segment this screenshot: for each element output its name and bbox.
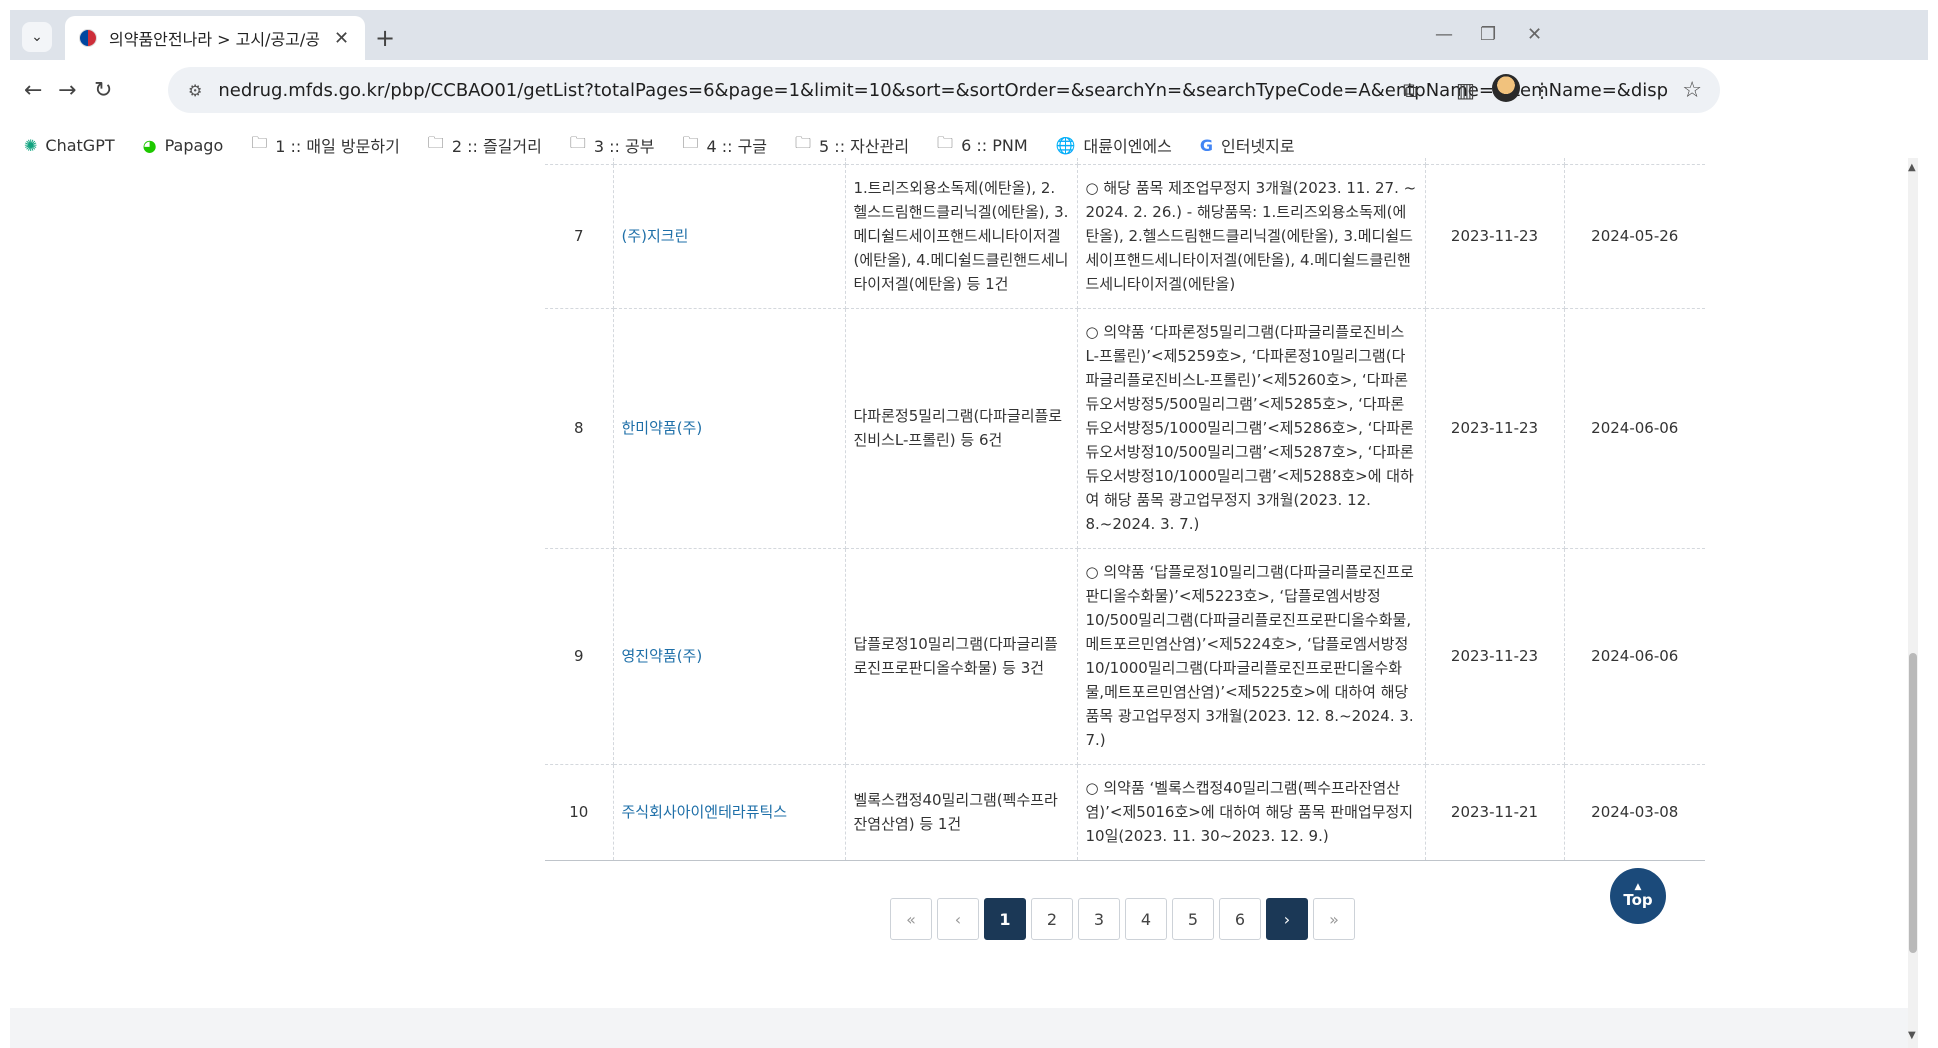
disposition-table: 7 (주)지크린 1.트리즈외용소독제(에탄올), 2.헬스드림핸드클리닉겔(에… — [545, 158, 1705, 861]
browser-tab[interactable]: 의약품안전나라 > 고시/공고/공 ✕ — [65, 16, 365, 60]
folder-icon: 🗀 — [427, 132, 444, 152]
address-bar[interactable]: ⚙ nedrug.mfds.go.kr/pbp/CCBAO01/getList?… — [168, 67, 1720, 113]
company-link[interactable]: (주)지크린 — [613, 164, 846, 309]
reload-icon[interactable]: ↻ — [94, 78, 112, 103]
row-number: 10 — [545, 764, 614, 861]
product-cell: 벨록스캡정40밀리그램(펙수프라잔염산염) 등 1건 — [845, 764, 1078, 861]
folder-icon: 🗀 — [795, 132, 812, 152]
first-page-button[interactable]: « — [890, 898, 932, 940]
table-row: 8 한미약품(주) 다파론정5밀리그램(다파글리플로진비스L-프롤린) 등 6건… — [545, 308, 1705, 549]
table-row: 9 영진약품(주) 답플로정10밀리그램(다파글리플로진프로판디올수화물) 등 … — [545, 548, 1705, 765]
arrow-up-icon: ▲ — [1634, 882, 1642, 892]
disposition-content: ○ 의약품 ‘벨록스캡정40밀리그램(펙수프라잔염산염)’<제5016호>에 대… — [1077, 764, 1426, 861]
disposition-date: 2023-11-23 — [1425, 164, 1565, 309]
row-number: 8 — [545, 308, 614, 549]
profile-avatar[interactable] — [1492, 74, 1520, 102]
chatgpt-icon: ✺ — [24, 135, 38, 155]
favicon-icon — [79, 29, 97, 47]
bookmark-giro[interactable]: G 인터넷지로 — [1200, 133, 1295, 157]
product-cell: 답플로정10밀리그램(다파글리플로진프로판디올수화물) 등 3건 — [845, 548, 1078, 765]
scroll-thumb[interactable] — [1909, 653, 1917, 953]
company-link[interactable]: 주식회사아이엔테라퓨틱스 — [613, 764, 846, 861]
next-page-button[interactable]: › — [1266, 898, 1308, 940]
page-3-button[interactable]: 3 — [1078, 898, 1120, 940]
company-link[interactable]: 한미약품(주) — [613, 308, 846, 549]
bookmark-folder-4[interactable]: 🗀 4 :: 구글 — [682, 132, 767, 159]
table-row: 10 주식회사아이엔테라퓨틱스 벨록스캡정40밀리그램(펙수프라잔염산염) 등 … — [545, 764, 1705, 861]
extensions-icon[interactable]: ⧉ — [1403, 78, 1417, 102]
publication-end-date: 2024-05-26 — [1564, 164, 1705, 309]
row-number: 7 — [545, 164, 614, 309]
side-panel-icon[interactable]: ▥ — [1456, 78, 1475, 102]
disposition-date: 2023-11-21 — [1425, 764, 1565, 861]
disposition-content: ○ 의약품 ‘답플로정10밀리그램(다파글리플로진프로판디올수화물)’<제522… — [1077, 548, 1426, 765]
bookmark-folder-3[interactable]: 🗀 3 :: 공부 — [570, 132, 655, 159]
page-4-button[interactable]: 4 — [1125, 898, 1167, 940]
folder-icon: 🗀 — [937, 132, 954, 152]
folder-icon: 🗀 — [569, 132, 586, 152]
publication-end-date: 2024-06-06 — [1564, 548, 1705, 765]
window-close-button[interactable]: ✕ — [1527, 24, 1542, 45]
page-content: 7 (주)지크린 1.트리즈외용소독제(에탄올), 2.헬스드림핸드클리닉겔(에… — [10, 158, 1918, 1048]
disposition-content: ○ 해당 품목 제조업무정지 3개월(2023. 11. 27. ~ 2024.… — [1077, 164, 1426, 309]
tab-close-icon[interactable]: ✕ — [334, 28, 349, 49]
forward-icon[interactable]: → — [58, 78, 76, 103]
globe-icon: 🌐 — [1055, 135, 1076, 155]
top-label: Top — [1623, 891, 1653, 909]
product-cell: 1.트리즈외용소독제(에탄올), 2.헬스드림핸드클리닉겔(에탄올), 3.메디… — [845, 164, 1078, 309]
disposition-date: 2023-11-23 — [1425, 548, 1565, 765]
menu-icon[interactable]: ⋮ — [1532, 78, 1552, 102]
scroll-top-button[interactable]: ▲ Top — [1610, 868, 1666, 924]
giro-icon: G — [1199, 135, 1214, 155]
prev-page-button[interactable]: ‹ — [937, 898, 979, 940]
table-row: 7 (주)지크린 1.트리즈외용소독제(에탄올), 2.헬스드림핸드클리닉겔(에… — [545, 164, 1705, 309]
page-2-button[interactable]: 2 — [1031, 898, 1073, 940]
scroll-down-icon[interactable]: ▼ — [1908, 1030, 1916, 1041]
last-page-button[interactable]: » — [1313, 898, 1355, 940]
vertical-scrollbar[interactable]: ▲ ▼ — [1908, 158, 1918, 1048]
disposition-date: 2023-11-23 — [1425, 308, 1565, 549]
bookmark-folder-2[interactable]: 🗀 2 :: 즐길거리 — [428, 132, 542, 159]
page-5-button[interactable]: 5 — [1172, 898, 1214, 940]
scroll-up-icon[interactable]: ▲ — [1908, 162, 1916, 173]
row-number: 9 — [545, 548, 614, 765]
bookmark-chatgpt[interactable]: ✺ ChatGPT — [24, 136, 115, 155]
papago-icon: ◕ — [142, 135, 157, 155]
folder-icon: 🗀 — [251, 132, 268, 152]
bookmark-papago[interactable]: ◕ Papago — [143, 136, 224, 155]
bookmark-folder-5[interactable]: 🗀 5 :: 자산관리 — [795, 132, 909, 159]
pagination: « ‹ 1 2 3 4 5 6 › » — [890, 898, 1360, 940]
publication-end-date: 2024-06-06 — [1564, 308, 1705, 549]
bookmark-folder-1[interactable]: 🗀 1 :: 매일 방문하기 — [251, 132, 400, 159]
page-6-button[interactable]: 6 — [1219, 898, 1261, 940]
footer — [10, 1008, 1918, 1048]
new-tab-button[interactable]: + — [375, 24, 395, 52]
disposition-content: ○ 의약품 ‘다파론정5밀리그램(다파글리플로진비스L-프롤린)’<제5259호… — [1077, 308, 1426, 549]
back-icon[interactable]: ← — [24, 78, 42, 103]
tab-title: 의약품안전나라 > 고시/공고/공 — [109, 30, 320, 49]
browser-chrome: ⌄ 의약품안전나라 > 고시/공고/공 ✕ + — ❐ ✕ ← → ↻ ⚙ ne… — [10, 10, 1928, 168]
bookmark-star-icon[interactable]: ☆ — [1682, 78, 1702, 103]
product-cell: 다파론정5밀리그램(다파글리플로진비스L-프롤린) 등 6건 — [845, 308, 1078, 549]
folder-icon: 🗀 — [682, 132, 699, 152]
tab-search-icon[interactable]: ⌄ — [22, 22, 52, 52]
bookmark-folder-6[interactable]: 🗀 6 :: PNM — [937, 132, 1028, 159]
browser-toolbar: ← → ↻ ⚙ nedrug.mfds.go.kr/pbp/CCBAO01/ge… — [10, 60, 1928, 122]
tab-strip: ⌄ 의약품안전나라 > 고시/공고/공 ✕ + — ❐ ✕ — [10, 10, 1928, 60]
bookmark-daeryun[interactable]: 🌐 대륜이엔에스 — [1056, 133, 1172, 157]
company-link[interactable]: 영진약품(주) — [613, 548, 846, 765]
publication-end-date: 2024-03-08 — [1564, 764, 1705, 861]
site-info-icon[interactable]: ⚙ — [188, 81, 202, 100]
minimize-button[interactable]: — — [1435, 24, 1453, 45]
restore-button[interactable]: ❐ — [1480, 24, 1496, 45]
url-text[interactable]: nedrug.mfds.go.kr/pbp/CCBAO01/getList?to… — [218, 80, 1668, 101]
page-1-button[interactable]: 1 — [984, 898, 1026, 940]
